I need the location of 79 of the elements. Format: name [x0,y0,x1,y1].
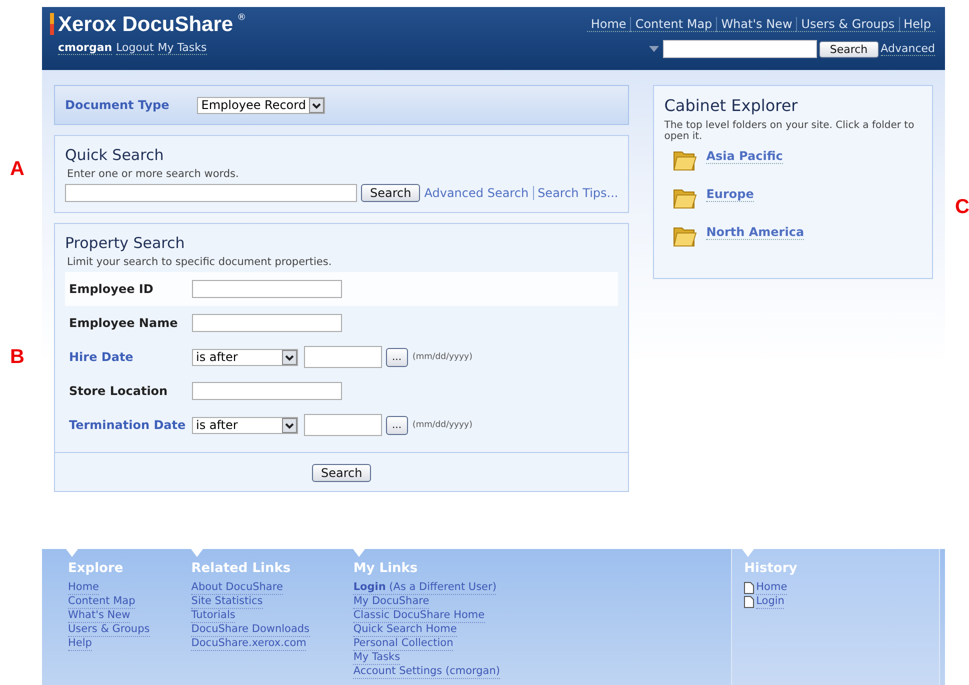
notch-icon [191,549,204,557]
document-type-label: Document Type [65,98,170,112]
search-link[interactable]: Search Tips... [538,186,618,200]
caret-icon[interactable] [648,46,659,52]
nav-link[interactable]: Help [898,17,935,32]
notch-icon [66,549,78,557]
search-button[interactable]: Search [312,464,372,482]
annotation-letter: C [955,196,969,219]
panel-title: Quick Search [65,146,165,164]
search-link[interactable]: Advanced Search [424,186,529,200]
field-label: Store Location [69,384,169,398]
history-link[interactable]: Login [756,595,784,609]
input-field[interactable] [192,280,342,298]
footer-link[interactable]: Home [68,581,100,595]
operator-select[interactable]: is after [192,348,298,366]
footer-link[interactable]: Content Map [68,595,136,609]
date-field[interactable] [304,414,382,436]
hint-text: Enter one or more search words. [67,168,240,180]
annotation-letter: B [10,346,24,369]
field-label: Employee ID [69,282,154,296]
folder-link[interactable]: Europe [706,187,754,202]
folder-link[interactable]: North America [706,225,804,240]
panel-title: Property Search [65,234,186,252]
header-link[interactable]: Logout [116,41,154,55]
history-link[interactable]: Home [756,581,788,595]
footer-link[interactable]: About DocuShare [191,581,283,595]
footer-link[interactable]: Account Settings (cmorgan) [353,665,500,679]
footer-heading: Related Links [191,561,292,576]
field-label: Employee Name [69,316,179,330]
nav-link[interactable]: What's New [716,17,796,32]
annotation-letter: A [10,158,24,181]
date-format-hint: (mm/dd/yyyy) [412,352,472,362]
field-label: Termination Date [69,418,187,432]
advanced-link[interactable]: Advanced [880,42,935,56]
footer-link[interactable]: DocuShare.xerox.com [191,637,306,651]
page-icon [744,582,754,594]
footer-link[interactable]: Users & Groups [68,623,150,637]
footer-link[interactable]: Help [68,637,92,651]
user-link[interactable]: cmorgan [58,41,112,55]
date-picker-button[interactable]: ... [386,416,408,434]
date-format-hint: (mm/dd/yyyy) [412,420,472,430]
hint-text: Limit your search to specific document properties. [67,256,333,268]
search-button[interactable]: Search [818,40,879,58]
footer-link[interactable]: Personal Collection [353,637,454,651]
footer-link[interactable]: My Tasks [353,651,400,665]
search-field[interactable] [65,184,357,202]
operator-select[interactable]: is after [192,416,298,434]
footer-link[interactable]: Site Statistics [191,595,263,609]
nav-link[interactable]: Home [586,17,630,32]
logo-stripe-icon [50,13,54,35]
footer-link[interactable]: Login (As a Different User) [353,581,496,595]
page-icon [744,596,754,608]
footer-link[interactable]: Quick Search Home [353,623,457,637]
footer-link[interactable]: Classic DocuShare Home [353,609,485,623]
footer-link[interactable]: DocuShare Downloads [191,623,310,637]
date-picker-button[interactable]: ... [386,348,408,366]
nav-link[interactable]: Content Map [630,17,716,32]
notch-icon [742,549,754,557]
registered-mark: ® [237,13,246,23]
logo[interactable]: Xerox DocuShare [58,13,234,37]
field-label: Hire Date [69,350,134,364]
footer-link[interactable]: Tutorials [191,609,236,623]
input-field[interactable] [192,314,342,332]
panel-title: Cabinet Explorer [664,96,799,115]
footer-heading: My Links [353,561,419,576]
footer-link[interactable]: My DocuShare [353,595,430,609]
input-field[interactable] [192,382,342,400]
footer-heading: Explore [68,561,124,576]
nav-link[interactable]: Users & Groups [796,17,899,32]
folder-link[interactable]: Asia Pacific [706,149,783,164]
footer-heading: History [744,561,798,576]
footer-link[interactable]: What's New [68,609,130,623]
date-field[interactable] [304,346,382,368]
search-field[interactable] [662,40,817,58]
hint-text: The top level folders on your site. Click a folder to open it. [664,120,916,142]
document-type-select[interactable]: Employee Record [197,96,325,114]
notch-icon [353,549,366,557]
search-button[interactable]: Search [361,184,420,202]
header-link[interactable]: My Tasks [158,41,207,55]
